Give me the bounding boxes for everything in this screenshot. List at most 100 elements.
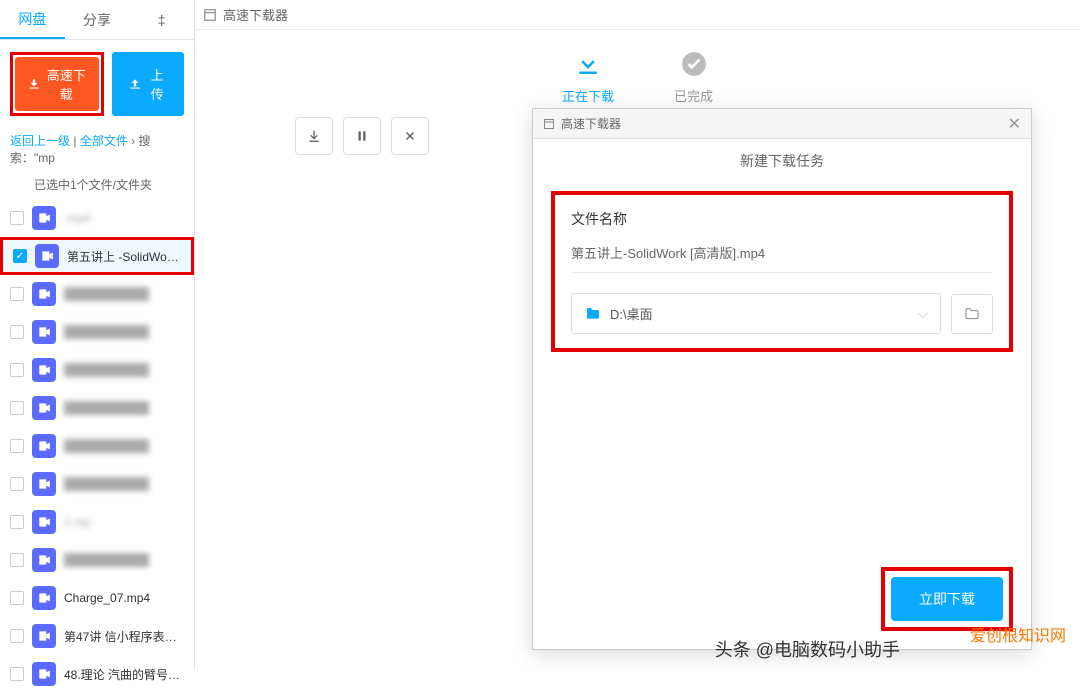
video-file-icon — [32, 586, 56, 610]
file-checkbox[interactable] — [10, 477, 24, 491]
file-item[interactable]: .mp4 — [0, 199, 194, 237]
file-name-label: 第五讲上 -SolidWorks2 — [67, 248, 181, 265]
chevron-down-icon: ⌵ — [918, 306, 928, 322]
upload-button[interactable]: 上传 — [112, 52, 184, 116]
file-item[interactable]: ██████████ — [0, 313, 194, 351]
file-name-label: ██████████ — [64, 287, 149, 301]
file-item[interactable]: Charge_07.mp4 — [0, 579, 194, 617]
video-file-icon — [32, 206, 56, 230]
video-file-icon — [32, 548, 56, 572]
breadcrumb: 返回上一级 | 全部文件 › 搜索："mp — [0, 128, 194, 170]
file-name-label: .mp4 — [64, 211, 91, 225]
file-checkbox[interactable]: ✓ — [13, 249, 27, 263]
main-tabs: 网盘 分享 ‡ — [0, 0, 194, 40]
file-item[interactable]: 48.理论 汽曲的臂号与选 — [0, 655, 194, 693]
watermark-text-2: 爱创根知识网 — [970, 622, 1066, 646]
file-name-label: 2.mp — [64, 515, 91, 529]
video-file-icon — [32, 472, 56, 496]
tab-share[interactable]: 分享 — [65, 0, 130, 39]
folder-icon — [584, 306, 602, 322]
file-checkbox[interactable] — [10, 515, 24, 529]
file-name-label: 48.理论 汽曲的臂号与选 — [64, 666, 184, 683]
video-file-icon — [32, 282, 56, 306]
path-value: D:\桌面 — [610, 304, 910, 323]
highlight-box-download: 高速下载 — [10, 52, 104, 116]
close-icon[interactable]: ✕ — [1008, 114, 1021, 134]
file-checkbox[interactable] — [10, 363, 24, 377]
breadcrumb-back[interactable]: 返回上一级 — [10, 134, 70, 148]
video-file-icon — [35, 244, 59, 268]
file-name-label: ██████████ — [64, 477, 149, 491]
file-checkbox[interactable] — [10, 211, 24, 225]
file-checkbox[interactable] — [10, 667, 24, 681]
video-file-icon — [32, 434, 56, 458]
download-all-button[interactable] — [295, 117, 333, 155]
tab-extra[interactable]: ‡ — [129, 0, 194, 39]
breadcrumb-all[interactable]: 全部文件 — [80, 134, 128, 148]
highlight-box-filename: 文件名称 第五讲上-SolidWork [高清版].mp4 D:\桌面 ⌵ — [551, 191, 1013, 352]
file-checkbox[interactable] — [10, 401, 24, 415]
download-now-button[interactable]: 立即下载 — [891, 577, 1003, 621]
file-checkbox[interactable] — [10, 287, 24, 301]
download-button-label: 高速下载 — [45, 65, 87, 103]
file-item[interactable]: 第47讲 信小程序表单组 — [0, 617, 194, 655]
download-icon — [27, 77, 41, 91]
file-checkbox[interactable] — [10, 439, 24, 453]
file-name-value: 第五讲上-SolidWork [高清版].mp4 — [571, 243, 993, 273]
watermark-text-1: 头条 @电脑数码小助手 — [715, 636, 900, 662]
video-file-icon — [32, 624, 56, 648]
file-item[interactable]: ██████████ — [0, 389, 194, 427]
file-checkbox[interactable] — [10, 553, 24, 567]
done-label: 已完成 — [674, 86, 713, 105]
file-name-label: ██████████ — [64, 363, 149, 377]
file-checkbox[interactable] — [10, 629, 24, 643]
modal-title-text: 高速下载器 — [561, 115, 621, 132]
file-item[interactable]: 2.mp — [0, 503, 194, 541]
file-item[interactable]: ██████████ — [0, 275, 194, 313]
high-speed-download-button[interactable]: 高速下载 — [15, 57, 99, 111]
downloader-header: 高速下载器 — [195, 0, 1080, 30]
file-name-label: ██████████ — [64, 325, 149, 339]
upload-icon — [128, 77, 142, 91]
video-file-icon — [32, 662, 56, 686]
modal-subtitle: 新建下载任务 — [533, 139, 1031, 183]
upload-button-label: 上传 — [146, 65, 168, 103]
file-list: .mp4 ✓ 第五讲上 -SolidWorks2 ██████████ ████████… — [0, 199, 194, 693]
status-tab-downloading[interactable]: 正在下载 — [562, 48, 614, 105]
file-name-label: Charge_07.mp4 — [64, 591, 150, 605]
file-name-label: ██████████ — [64, 439, 149, 453]
modal-window-icon — [543, 118, 555, 130]
selection-count: 已选中1个文件/文件夹 — [0, 170, 194, 199]
video-file-icon — [32, 320, 56, 344]
status-tab-done[interactable]: 已完成 — [674, 48, 713, 105]
file-name-label: 文件名称 — [571, 209, 993, 229]
browse-folder-button[interactable] — [951, 294, 993, 334]
file-name-label: 第47讲 信小程序表单组 — [64, 628, 184, 645]
pause-button[interactable] — [343, 117, 381, 155]
file-checkbox[interactable] — [10, 325, 24, 339]
file-name-label: ██████████ — [64, 401, 149, 415]
new-task-modal: 高速下载器 ✕ 新建下载任务 文件名称 第五讲上-SolidWork [高清版]… — [532, 108, 1032, 650]
file-item[interactable]: ✓ 第五讲上 -SolidWorks2 — [0, 237, 194, 275]
cancel-button[interactable] — [391, 117, 429, 155]
file-item[interactable]: ██████████ — [0, 465, 194, 503]
done-icon — [678, 48, 710, 80]
tab-disk[interactable]: 网盘 — [0, 0, 65, 39]
left-sidebar: 网盘 分享 ‡ 高速下载 上传 返回上一级 | 全部文件 › 搜索："mp 已选… — [0, 0, 195, 670]
path-select[interactable]: D:\桌面 ⌵ — [571, 293, 941, 334]
video-file-icon — [32, 358, 56, 382]
file-item[interactable]: ██████████ — [0, 541, 194, 579]
file-item[interactable]: ██████████ — [0, 427, 194, 465]
video-file-icon — [32, 396, 56, 420]
video-file-icon — [32, 510, 56, 534]
file-checkbox[interactable] — [10, 591, 24, 605]
status-tabs: 正在下载 已完成 — [195, 30, 1080, 117]
path-row: D:\桌面 ⌵ — [571, 293, 993, 334]
downloading-label: 正在下载 — [562, 86, 614, 105]
file-name-label: ██████████ — [64, 553, 149, 567]
action-row: 高速下载 上传 — [0, 40, 194, 128]
window-icon — [203, 8, 217, 22]
file-item[interactable]: ██████████ — [0, 351, 194, 389]
downloading-icon — [572, 48, 604, 80]
modal-titlebar: 高速下载器 ✕ — [533, 109, 1031, 139]
